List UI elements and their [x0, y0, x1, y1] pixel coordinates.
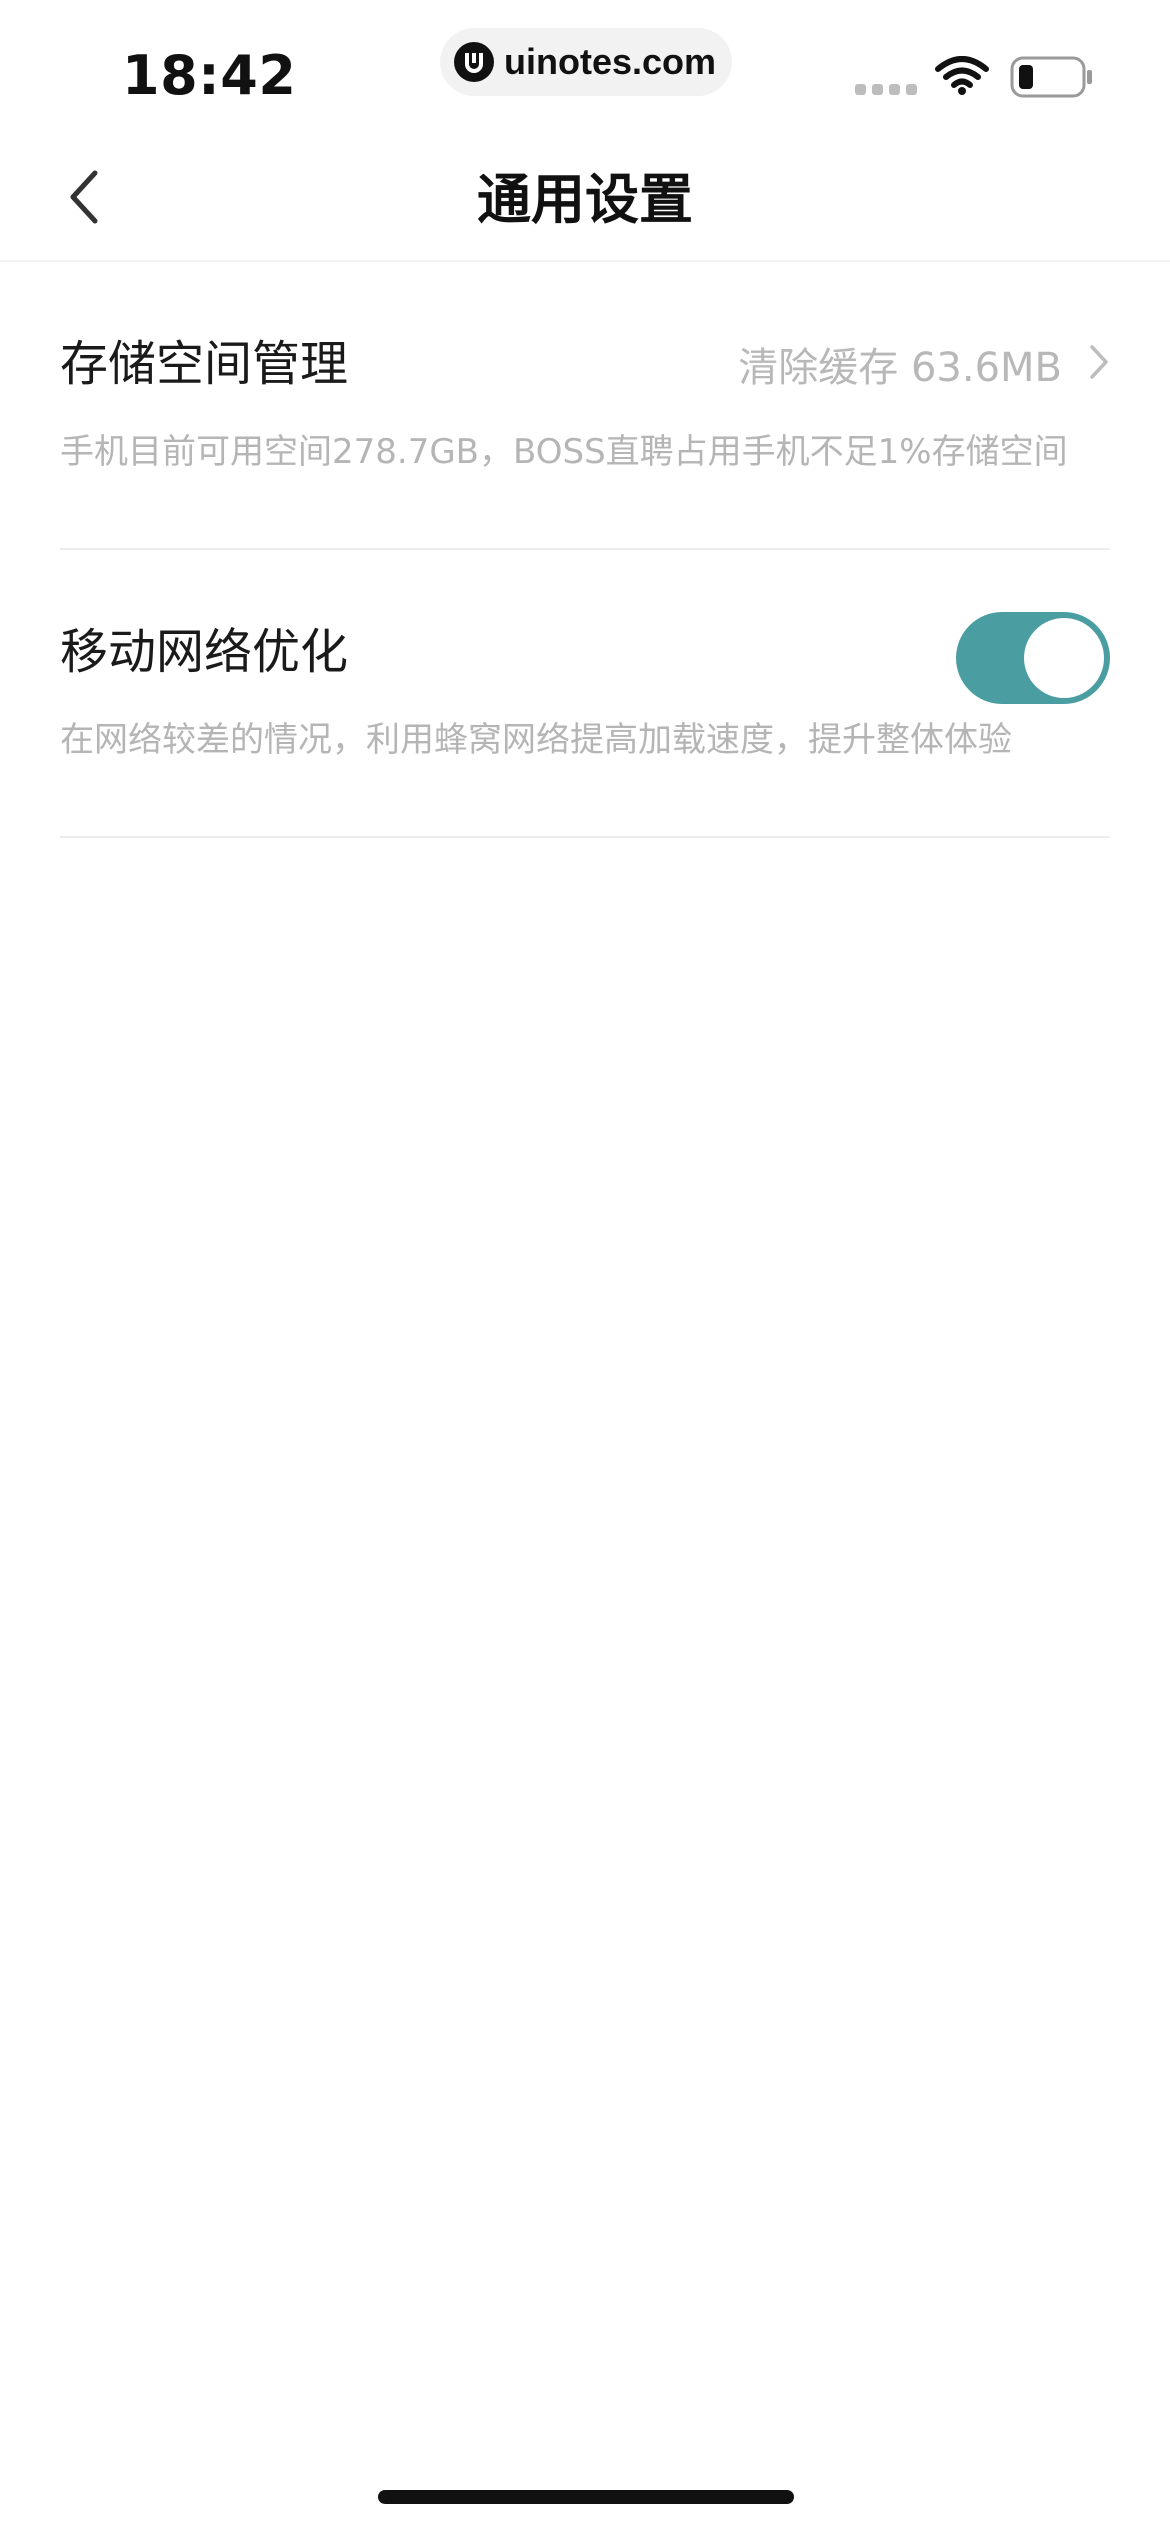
clear-cache-button[interactable]: 清除缓存 63.6MB — [738, 332, 1110, 396]
url-text: uinotes.com — [504, 41, 717, 82]
status-time: 18:42 — [122, 44, 297, 107]
setting-storage-management[interactable]: 存储空间管理 清除缓存 63.6MB 手机目前可用空间278.7GB，BOSS直… — [60, 262, 1110, 550]
home-indicator[interactable] — [378, 2490, 794, 2504]
setting-description: 手机目前可用空间278.7GB，BOSS直聘占用手机不足1%存储空间 — [60, 432, 1068, 472]
chevron-right-icon — [1088, 344, 1110, 384]
status-bar: 18:42 uinotes.com — [0, 0, 1170, 140]
url-pill[interactable]: uinotes.com — [440, 28, 732, 96]
nav-bar: 通用设置 — [0, 140, 1170, 262]
setting-title: 移动网络优化 — [60, 624, 349, 680]
uinotes-logo-icon — [454, 42, 494, 82]
wifi-icon — [935, 56, 989, 100]
setting-mobile-network-optimization: 移动网络优化 在网络较差的情况，利用蜂窝网络提高加载速度，提升整体体验 — [60, 550, 1110, 838]
page-title: 通用设置 — [477, 168, 693, 231]
setting-title: 存储空间管理 — [60, 336, 349, 392]
cellular-signal-icon — [855, 84, 917, 95]
network-optimization-toggle[interactable] — [956, 612, 1110, 704]
settings-list: 存储空间管理 清除缓存 63.6MB 手机目前可用空间278.7GB，BOSS直… — [60, 262, 1110, 838]
battery-icon — [1010, 56, 1094, 102]
setting-description: 在网络较差的情况，利用蜂窝网络提高加载速度，提升整体体验 — [60, 720, 1012, 760]
toggle-knob — [1024, 618, 1104, 698]
clear-cache-label: 清除缓存 63.6MB — [738, 345, 1062, 391]
